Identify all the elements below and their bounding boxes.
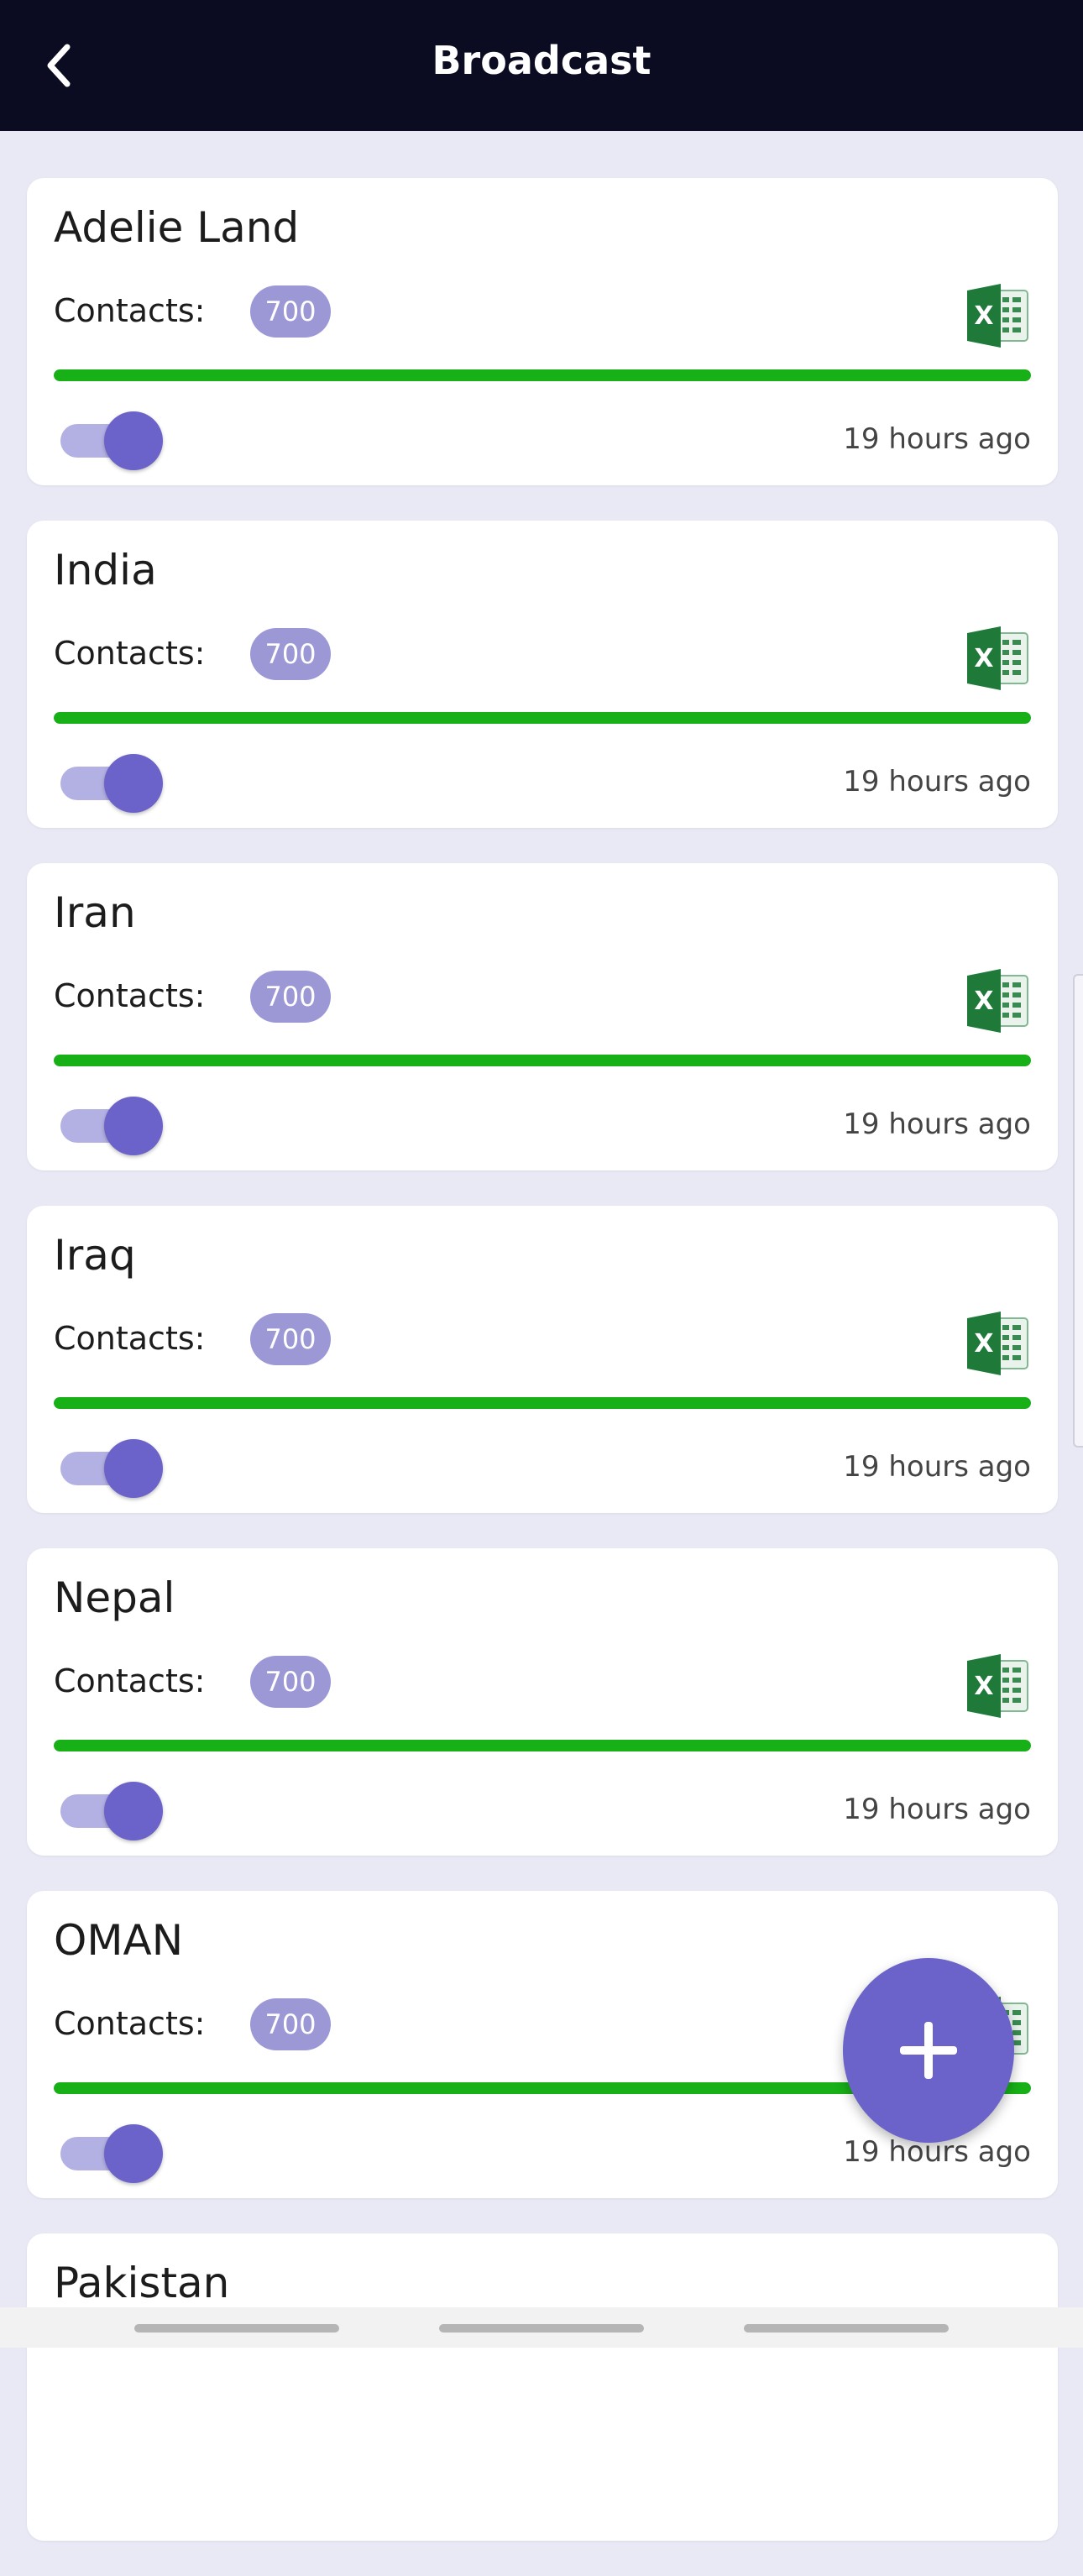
broadcast-toggle[interactable] [60,411,163,470]
page-title: Broadcast [432,38,651,83]
broadcast-toggle[interactable] [60,1097,163,1155]
toggle-knob [104,2124,163,2183]
nav-home-handle[interactable] [439,2324,644,2333]
contacts-count-badge: 700 [250,285,331,338]
broadcast-card[interactable]: Nepal Contacts: 700 X 19 hours ago [27,1548,1058,1856]
app-header: Broadcast [0,0,1083,131]
broadcast-name: Iraq [54,1231,136,1280]
nav-back-handle[interactable] [744,2324,949,2333]
progress-bar [54,1740,1031,1751]
svg-text:X: X [974,987,993,1016]
svg-text:X: X [974,301,993,331]
excel-icon[interactable]: X [964,1652,1031,1720]
broadcast-card[interactable]: Pakistan [27,2233,1058,2541]
broadcast-name: Adelie Land [54,203,300,252]
scroll-indicator[interactable] [1073,974,1083,1448]
broadcast-name: OMAN [54,1916,184,1965]
svg-text:X: X [974,644,993,673]
progress-fill [54,1055,1031,1066]
progress-bar [54,712,1031,724]
broadcast-toggle[interactable] [60,754,163,813]
broadcast-name: India [54,546,157,594]
contacts-count-badge: 700 [250,971,331,1023]
broadcast-toggle[interactable] [60,1782,163,1840]
progress-fill [54,712,1031,724]
toggle-knob [104,411,163,470]
timestamp: 19 hours ago [843,1450,1031,1484]
broadcast-name: Iran [54,888,136,937]
broadcast-card[interactable]: India Contacts: 700 X 19 hours ago [27,521,1058,828]
toggle-knob [104,1782,163,1840]
progress-fill [54,369,1031,381]
add-broadcast-button[interactable] [843,1958,1014,2143]
contacts-count-badge: 700 [250,628,331,680]
toggle-knob [104,1097,163,1155]
contacts-label: Contacts: [54,292,206,329]
contacts-label: Contacts: [54,2005,206,2042]
broadcast-name: Nepal [54,1573,175,1622]
contacts-label: Contacts: [54,1320,206,1357]
svg-text:X: X [974,1672,993,1701]
progress-fill [54,1740,1031,1751]
excel-icon[interactable]: X [964,1310,1031,1377]
excel-icon[interactable]: X [964,625,1031,692]
broadcast-card[interactable]: Iraq Contacts: 700 X 19 hours ago [27,1206,1058,1513]
toggle-knob [104,1439,163,1498]
toggle-knob [104,754,163,813]
contacts-label: Contacts: [54,1662,206,1699]
excel-icon[interactable]: X [964,967,1031,1034]
timestamp: 19 hours ago [843,422,1031,456]
excel-icon[interactable]: X [964,282,1031,349]
progress-fill [54,1397,1031,1409]
contacts-count-badge: 700 [250,1313,331,1365]
system-nav-bar [0,2307,1083,2348]
contacts-label: Contacts: [54,977,206,1014]
progress-bar [54,369,1031,381]
broadcast-toggle[interactable] [60,2124,163,2183]
broadcast-list: Adelie Land Contacts: 700 X 19 hours ago… [27,178,1058,2576]
broadcast-card[interactable]: Adelie Land Contacts: 700 X 19 hours ago [27,178,1058,485]
contacts-label: Contacts: [54,635,206,672]
timestamp: 19 hours ago [843,1793,1031,1826]
broadcast-card[interactable]: Iran Contacts: 700 X 19 hours ago [27,863,1058,1170]
timestamp: 19 hours ago [843,765,1031,798]
broadcast-name: Pakistan [54,2259,230,2307]
timestamp: 19 hours ago [843,1107,1031,1141]
contacts-count-badge: 700 [250,1998,331,2050]
broadcast-toggle[interactable] [60,1439,163,1498]
nav-recents-handle[interactable] [134,2324,339,2333]
contacts-count-badge: 700 [250,1656,331,1708]
progress-bar [54,1397,1031,1409]
plus-icon [900,2022,957,2079]
svg-text:X: X [974,1329,993,1359]
progress-bar [54,1055,1031,1066]
